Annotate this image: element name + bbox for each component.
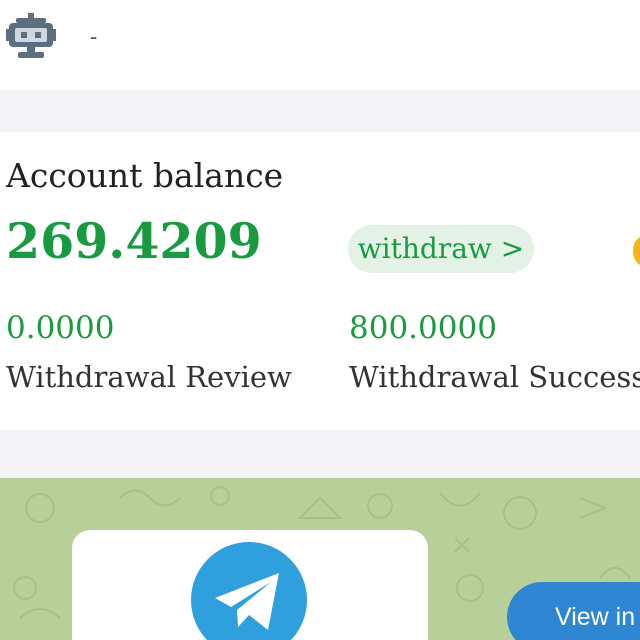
- balance-card: Account balance 269.4209 withdraw > 0.00…: [0, 132, 640, 430]
- withdrawal-review-label: Withdrawal Review: [6, 360, 292, 394]
- balance-amount: 269.4209: [6, 212, 262, 270]
- telegram-card[interactable]: [72, 530, 428, 640]
- telegram-banner: View in: [0, 478, 640, 640]
- user-name: -: [90, 24, 98, 49]
- coin-icon: [633, 236, 640, 266]
- withdraw-button[interactable]: withdraw >: [348, 225, 534, 273]
- withdrawal-success-label: Withdrawal Success: [349, 360, 640, 394]
- withdrawal-success-value: 800.0000: [349, 310, 497, 346]
- robot-icon[interactable]: [6, 13, 56, 59]
- top-header: -: [0, 0, 640, 90]
- withdrawal-review-value: 0.0000: [6, 310, 115, 346]
- view-in-telegram-button[interactable]: View in: [507, 582, 640, 640]
- telegram-icon: [191, 542, 307, 640]
- balance-title: Account balance: [6, 156, 284, 195]
